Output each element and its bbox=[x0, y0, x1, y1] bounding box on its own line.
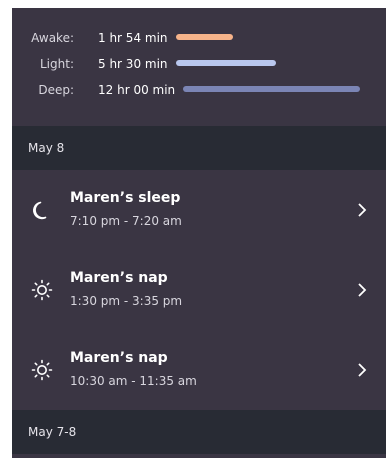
section-header-label: May 7-8 bbox=[28, 425, 77, 439]
sleep-log-screen: Awake: 1 hr 54 min Light: 5 hr 30 min De… bbox=[12, 8, 386, 458]
entry-title: Maren’s nap bbox=[70, 350, 168, 366]
stat-value: 1 hr 54 min bbox=[98, 31, 168, 45]
section-header-label: May 8 bbox=[28, 141, 65, 155]
entry-title: Maren’s sleep bbox=[70, 190, 181, 206]
section-header-may-8: May 8 bbox=[12, 126, 386, 170]
stat-label: Light: bbox=[40, 57, 74, 71]
chevron-right-icon bbox=[356, 361, 368, 379]
moon-icon bbox=[30, 198, 54, 222]
stat-label: Awake: bbox=[31, 31, 74, 45]
stat-duration-bar bbox=[176, 34, 233, 40]
sleep-summary: Awake: 1 hr 54 min Light: 5 hr 30 min De… bbox=[12, 8, 386, 126]
stat-label: Deep: bbox=[38, 83, 74, 97]
nap-entry-row[interactable]: Maren’s nap 1:30 pm - 3:35 pm bbox=[12, 250, 386, 330]
entry-time-range: 10:30 am - 11:35 am bbox=[70, 374, 197, 388]
stat-duration-bar bbox=[176, 60, 276, 66]
stat-duration-bar bbox=[183, 86, 360, 92]
chevron-right-icon bbox=[356, 201, 368, 219]
entry-time-range: 7:10 pm - 7:20 am bbox=[70, 214, 182, 228]
stat-value: 12 hr 00 min bbox=[98, 83, 176, 97]
entry-title: Maren’s nap bbox=[70, 270, 168, 286]
sun-icon bbox=[30, 278, 54, 302]
stat-row-awake: Awake: 1 hr 54 min bbox=[12, 28, 386, 48]
nap-entry-row[interactable]: Maren’s nap 10:30 am - 11:35 am bbox=[12, 330, 386, 410]
entry-time-range: 1:30 pm - 3:35 pm bbox=[70, 294, 183, 308]
chevron-right-icon bbox=[356, 281, 368, 299]
stat-value: 5 hr 30 min bbox=[98, 57, 168, 71]
sun-icon bbox=[30, 358, 54, 382]
stat-row-deep: Deep: 12 hr 00 min bbox=[12, 80, 386, 100]
section-header-may-7-8: May 7-8 bbox=[12, 410, 386, 454]
sleep-entry-row[interactable]: Maren’s sleep 7:10 pm - 7:20 am bbox=[12, 170, 386, 250]
stat-row-light: Light: 5 hr 30 min bbox=[12, 54, 386, 74]
